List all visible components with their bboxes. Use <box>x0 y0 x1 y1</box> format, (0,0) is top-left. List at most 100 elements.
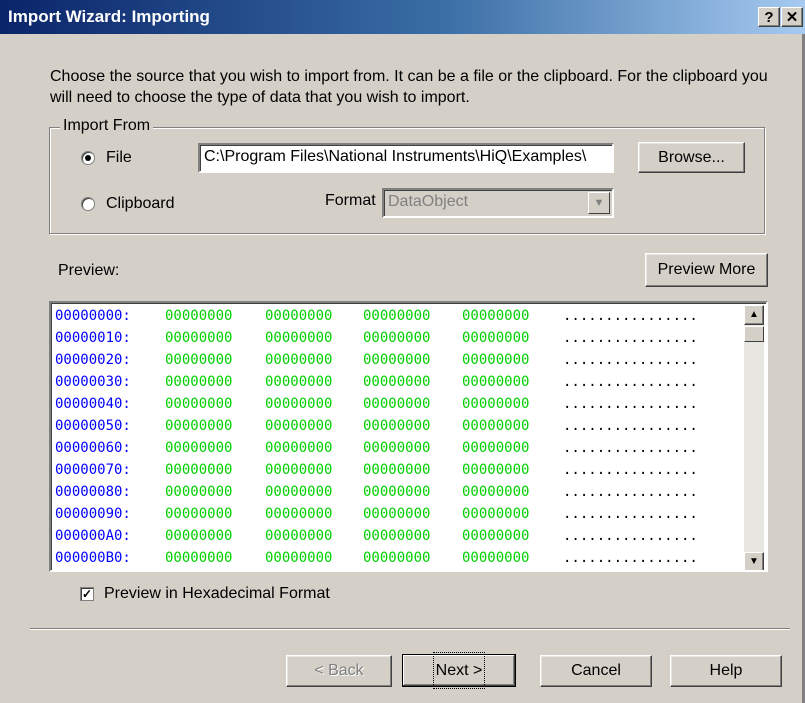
hex-bytes: 00000000 <box>265 550 333 566</box>
window-title: Import Wizard: Importing <box>8 7 210 26</box>
hex-bytes: 00000000 <box>462 418 530 434</box>
format-select[interactable]: DataObject ▼ <box>382 188 614 218</box>
hex-row: 00000030: 00000000 00000000 00000000 0000000… <box>55 371 735 393</box>
hex-bytes: 00000000 <box>165 550 233 566</box>
hex-bytes: 00000000 <box>165 352 233 368</box>
hex-bytes: 00000000 <box>265 352 333 368</box>
help-button-label: Help <box>709 662 743 679</box>
hex-format-checkbox[interactable]: ✓ <box>80 587 94 601</box>
help-icon[interactable]: ? <box>758 7 780 27</box>
clipboard-radio-label[interactable]: Clipboard <box>106 195 174 213</box>
title-bar: Import Wizard: Importing ? ✕ <box>0 0 805 34</box>
file-radio[interactable] <box>81 151 95 165</box>
hex-bytes: 00000000 <box>165 462 233 478</box>
hex-ascii: ................ <box>563 352 698 368</box>
hex-bytes: 00000000 <box>462 352 530 368</box>
hex-bytes: 00000000 <box>363 330 431 346</box>
hex-bytes: 00000000 <box>165 484 233 500</box>
scroll-up-icon[interactable]: ▲ <box>744 305 764 325</box>
preview-scrollbar[interactable]: ▲ ▼ <box>744 305 764 570</box>
hex-bytes: 00000000 <box>462 528 530 544</box>
hex-bytes: 00000000 <box>363 506 431 522</box>
hex-ascii: ................ <box>563 374 698 390</box>
next-button-label: Next > <box>432 652 486 689</box>
help-button[interactable]: Help <box>670 655 782 687</box>
hex-bytes: 00000000 <box>165 396 233 412</box>
preview-more-button[interactable]: Preview More <box>645 253 768 287</box>
hex-address: 00000040: <box>55 396 131 412</box>
hex-bytes: 00000000 <box>165 330 233 346</box>
hex-ascii: ................ <box>563 506 698 522</box>
hex-row: 00000090: 00000000 00000000 00000000 0000000… <box>55 503 735 525</box>
hex-ascii: ................ <box>563 550 698 566</box>
hex-address: 00000080: <box>55 484 131 500</box>
hex-bytes: 00000000 <box>265 462 333 478</box>
file-path-input[interactable]: C:\Program Files\National Instruments\Hi… <box>198 143 614 173</box>
hex-bytes: 00000000 <box>265 506 333 522</box>
preview-more-label: Preview More <box>657 261 756 278</box>
hex-row: 00000010: 00000000 00000000 00000000 0000000… <box>55 327 735 349</box>
hex-bytes: 00000000 <box>462 308 530 324</box>
hex-bytes: 00000000 <box>363 308 431 324</box>
hex-bytes: 00000000 <box>462 506 530 522</box>
hex-ascii: ................ <box>563 462 698 478</box>
hex-address: 000000A0: <box>55 528 131 544</box>
hex-address: 00000090: <box>55 506 131 522</box>
hex-bytes: 00000000 <box>363 374 431 390</box>
hex-bytes: 00000000 <box>265 418 333 434</box>
hex-bytes: 00000000 <box>265 528 333 544</box>
hex-bytes: 00000000 <box>462 462 530 478</box>
preview-label: Preview: <box>58 262 120 279</box>
back-button[interactable]: < Back <box>286 655 392 687</box>
clipboard-radio[interactable] <box>81 197 95 211</box>
hex-row: 000000B0: 00000000 00000000 00000000 0000000… <box>55 547 735 569</box>
hex-row: 00000020: 00000000 00000000 00000000 0000000… <box>55 349 735 371</box>
hex-bytes: 00000000 <box>363 462 431 478</box>
hex-address: 00000060: <box>55 440 131 456</box>
chevron-down-icon[interactable]: ▼ <box>588 192 610 214</box>
browse-button-label: Browse... <box>658 149 725 166</box>
browse-button[interactable]: Browse... <box>638 142 745 173</box>
scroll-thumb[interactable] <box>744 326 764 342</box>
file-radio-label[interactable]: File <box>106 149 132 167</box>
hex-format-label[interactable]: Preview in Hexadecimal Format <box>104 585 330 603</box>
close-icon[interactable]: ✕ <box>781 7 803 27</box>
hex-bytes: 00000000 <box>265 484 333 500</box>
hex-ascii: ................ <box>563 484 698 500</box>
hex-bytes: 00000000 <box>363 528 431 544</box>
hex-ascii: ................ <box>563 396 698 412</box>
hex-row: 00000050: 00000000 00000000 00000000 0000000… <box>55 415 735 437</box>
hex-ascii: ................ <box>563 330 698 346</box>
hex-ascii: ................ <box>563 308 698 324</box>
scroll-down-icon[interactable]: ▼ <box>744 552 764 570</box>
hex-bytes: 00000000 <box>165 528 233 544</box>
cancel-button-label: Cancel <box>571 662 621 679</box>
hex-bytes: 00000000 <box>165 308 233 324</box>
hex-bytes: 00000000 <box>462 396 530 412</box>
next-button[interactable]: Next > <box>402 652 516 689</box>
back-button-label: < Back <box>314 662 364 679</box>
hex-bytes: 00000000 <box>462 550 530 566</box>
format-label: Format <box>325 192 376 209</box>
description-text: Choose the source that you wish to impor… <box>50 68 768 106</box>
hex-bytes: 00000000 <box>265 396 333 412</box>
hex-row: 00000060: 00000000 00000000 00000000 0000000… <box>55 437 735 459</box>
import-from-legend: Import From <box>60 117 154 135</box>
hex-row: 00000000: 00000000 00000000 00000000 0000000… <box>55 305 735 327</box>
hex-bytes: 00000000 <box>265 308 333 324</box>
hex-ascii: ................ <box>563 418 698 434</box>
hex-bytes: 00000000 <box>462 440 530 456</box>
hex-bytes: 00000000 <box>165 506 233 522</box>
hex-ascii: ................ <box>563 528 698 544</box>
preview-pane[interactable]: 00000000: 00000000 00000000 00000000 0000000… <box>49 301 768 572</box>
hex-row: 000000A0: 00000000 00000000 00000000 0000000… <box>55 525 735 547</box>
hex-address: 00000030: <box>55 374 131 390</box>
hex-address: 000000B0: <box>55 550 131 566</box>
hex-bytes: 00000000 <box>165 374 233 390</box>
hex-bytes: 00000000 <box>462 330 530 346</box>
hex-bytes: 00000000 <box>265 440 333 456</box>
separator <box>30 628 790 630</box>
hex-address: 00000000: <box>55 308 131 324</box>
cancel-button[interactable]: Cancel <box>540 655 652 687</box>
hex-row: 00000080: 00000000 00000000 00000000 0000000… <box>55 481 735 503</box>
